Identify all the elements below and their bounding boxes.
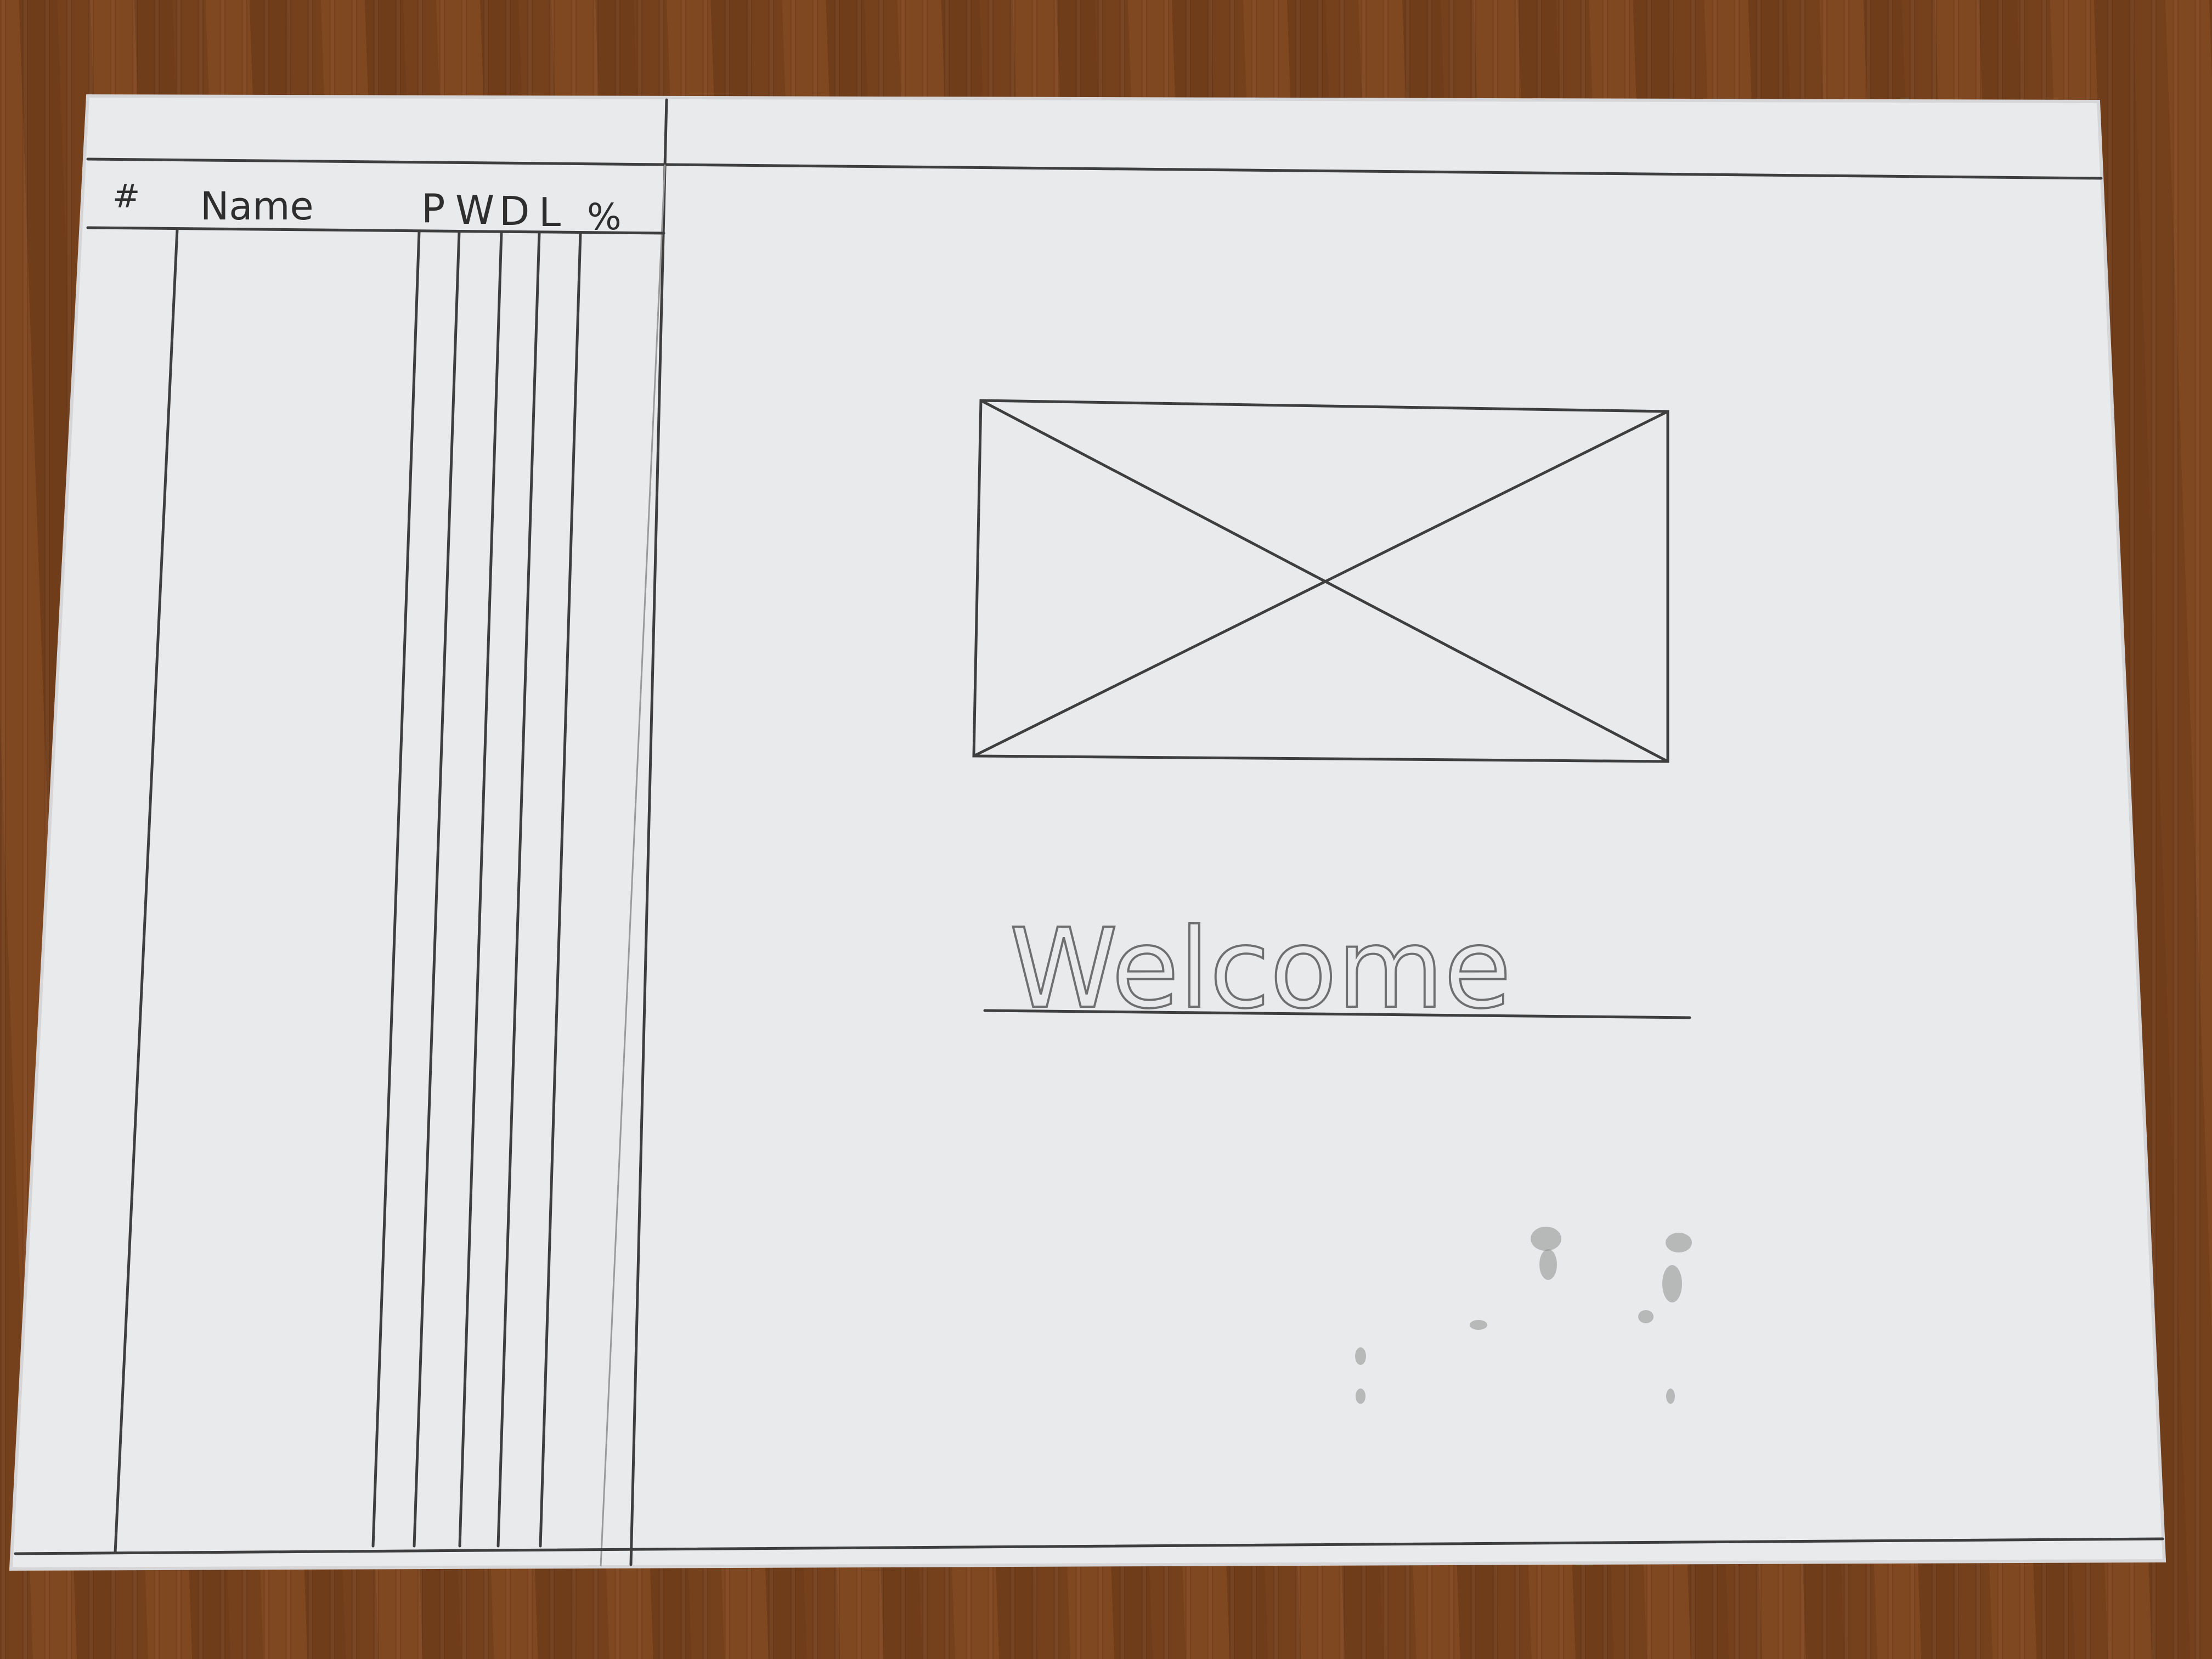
paper-sheet	[11, 96, 2164, 1569]
header-lost: L	[539, 189, 561, 235]
header-won: W	[455, 187, 494, 233]
header-percent: %	[587, 196, 622, 238]
header-name: Name	[200, 184, 314, 229]
wireframe-sketch: # Name P W D L % Welcome	[9, 94, 2166, 1571]
header-rank: #	[112, 177, 140, 216]
header-played: P	[421, 185, 445, 232]
header-drawn: D	[499, 188, 529, 234]
